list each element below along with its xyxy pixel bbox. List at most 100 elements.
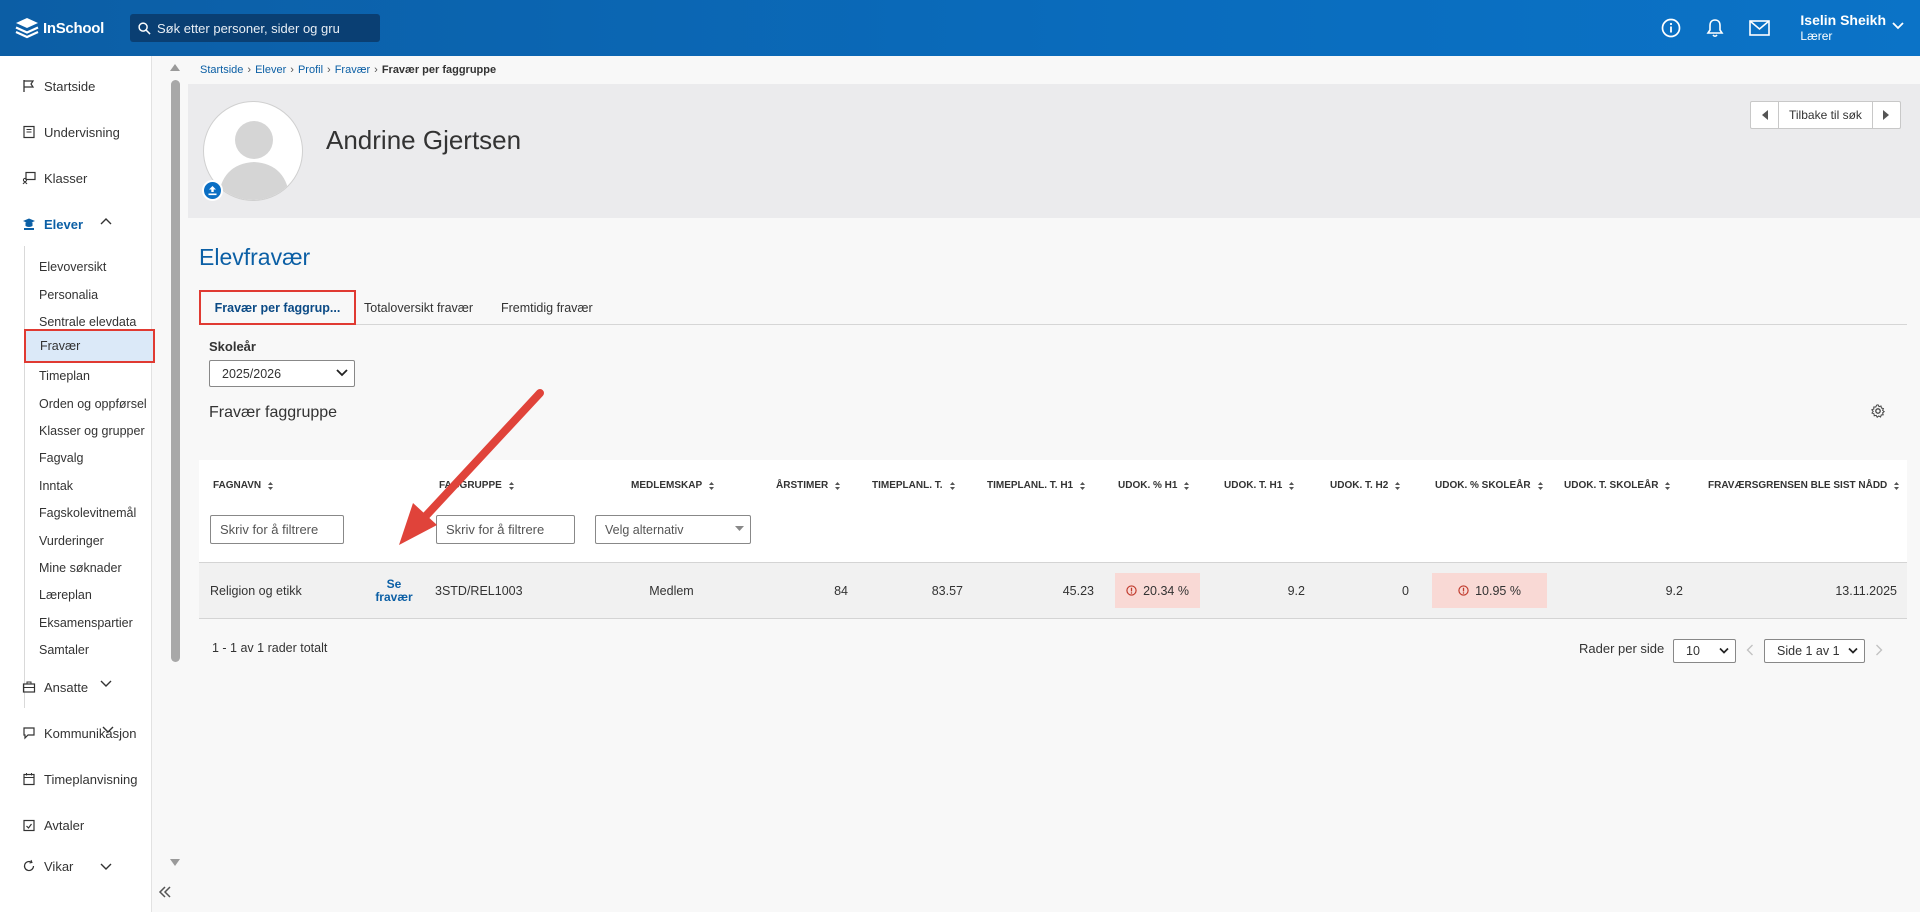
chevron-down-icon[interactable] [100,863,112,871]
next-page-icon[interactable] [1875,644,1883,656]
sidebar-subitem[interactable]: Fagskolevitnemål [25,501,153,525]
column-header-arstimer[interactable]: Årstimer [776,480,841,491]
column-header-label: Timeplanl. T. H1 [987,480,1074,491]
user-role: Lærer [1800,29,1833,43]
logo[interactable]: InSchool [14,15,114,41]
sidebar-subitem[interactable]: Vurderinger [25,529,153,553]
column-header-fagnavn[interactable]: Fagnavn [213,480,274,491]
skolear-label: Skoleår [209,339,256,354]
sidebar-subitem[interactable]: Samtaler [25,638,153,662]
column-header-label: Udok. T. H2 [1330,480,1389,491]
column-header-timeplanl-t[interactable]: Timeplanl. T. [872,480,956,491]
collapse-sidebar-button[interactable] [158,882,172,903]
tab-totaloversikt-fravaer[interactable]: Totaloversikt fravær [364,290,473,325]
search-input[interactable] [157,20,357,36]
faggruppe-filter-input[interactable] [436,515,575,544]
rows-per-page-select[interactable]: 10 [1673,639,1736,663]
rows-per-page-value: 10 [1686,644,1700,658]
column-header-label: Udok. T. H1 [1224,480,1283,491]
sidebar-item-kommunikasjon[interactable]: Kommunikasjon [0,721,152,745]
skolear-select[interactable]: 2025/2026 [209,360,355,387]
sidebar-subitem[interactable]: Elevoversikt [25,255,153,279]
sort-icon [1079,481,1086,491]
column-header-udok-pct-skolear[interactable]: Udok. % Skoleår [1435,480,1544,491]
sidebar-subitem[interactable]: Fagvalg [25,446,153,470]
sidebar-item-startside[interactable]: Startside [0,74,152,98]
cell-udok-t-skolear: 9.2 [1665,583,1683,598]
column-header-label: Udok. T. Skoleår [1564,480,1659,491]
global-search[interactable] [130,14,380,42]
page-select[interactable]: Side 1 av 1 [1764,639,1865,663]
chalkboard-icon [22,171,36,185]
sidebar-subitem[interactable]: Inntak [25,474,153,498]
sidebar-subitem-fravaer[interactable]: Fravær [24,329,155,363]
chevron-down-icon[interactable] [1892,22,1904,30]
sort-icon [1664,481,1671,491]
medlemskap-filter-select[interactable]: Velg alternativ [595,515,751,544]
scroll-up-icon[interactable] [168,62,182,72]
column-header-fravarsgrense[interactable]: Fraværsgrensen ble sist nådd [1708,480,1900,491]
sort-icon [949,481,956,491]
column-header-faggruppe[interactable]: Faggruppe [439,480,515,491]
info-icon [1662,18,1681,38]
chevron-right-icon: › [290,64,294,76]
cell-faggruppe: 3STD/REL1003 [435,583,523,598]
info-button[interactable] [1660,17,1682,39]
notifications-button[interactable] [1704,17,1726,39]
column-header-udok-pct-h1[interactable]: Udok. % H1 [1118,480,1190,491]
fagnavn-filter-input[interactable] [210,515,344,544]
chevron-up-icon[interactable] [100,217,112,225]
column-header-label: Udok. % H1 [1118,480,1178,491]
column-header-udok-t-h1[interactable]: Udok. T. H1 [1224,480,1295,491]
bell-icon [1706,19,1724,38]
sidebar-scroll-thumb[interactable] [171,80,180,662]
sidebar-item-label: Vikar [44,859,74,873]
page-select-value: Side 1 av 1 [1777,644,1840,658]
sidebar-subitem[interactable]: Klasser og grupper [25,419,153,443]
se-fravaer-link[interactable]: Se fravær [357,563,431,618]
upload-photo-button[interactable] [202,180,223,201]
column-header-udok-t-skolear[interactable]: Udok. T. Skoleår [1564,480,1671,491]
flag-icon [22,79,36,93]
chevron-down-icon[interactable] [100,680,112,688]
rows-total: 1 - 1 av 1 rader totalt [212,641,328,655]
sidebar-item-elever[interactable]: Elever [0,212,152,236]
tab-fravaer-per-faggruppe[interactable]: Fravær per faggrup... [199,290,356,325]
cell-timeplanl-t-h1: 45.23 [1062,583,1094,598]
column-header-medlemskap[interactable]: Medlemskap [631,480,715,491]
column-header-udok-t-h2[interactable]: Udok. T. H2 [1330,480,1401,491]
next-student-button[interactable] [1873,102,1900,128]
table-settings-button[interactable] [1870,404,1886,421]
sidebar-subitem[interactable]: Mine søknader [25,556,153,580]
tab-fremtidig-fravaer[interactable]: Fremtidig fravær [501,290,593,325]
breadcrumb-link[interactable]: Elever [255,64,286,76]
sidebar-item-klasser[interactable]: Klasser [0,166,152,190]
scroll-down-icon[interactable] [168,858,182,868]
sidebar-subitem[interactable]: Læreplan [25,583,153,607]
breadcrumb-link[interactable]: Profil [298,64,323,76]
sidebar-item-avtaler[interactable]: Avtaler [0,813,152,837]
sidebar-subitem[interactable]: Eksamenspartier [25,611,153,635]
sidebar-subitem[interactable]: Personalia [25,283,153,307]
breadcrumb-link[interactable]: Fravær [335,64,370,76]
sidebar-item-timeplanvisning[interactable]: Timeplanvisning [0,767,152,791]
previous-student-button[interactable] [1751,102,1778,128]
sidebar-subitem[interactable]: Timeplan [25,364,153,388]
sidebar-subitem[interactable]: Orden og oppførsel [25,392,153,416]
chevron-down-icon[interactable] [102,726,114,734]
user-menu[interactable]: Iselin Sheikh Lærer [1800,12,1886,44]
page-title: Elevfravær [199,244,311,270]
breadcrumb-link[interactable]: Startside [200,64,243,76]
column-header-timeplanl-t-h1[interactable]: Timeplanl. T. H1 [987,480,1086,491]
sort-icon [508,481,515,491]
column-header-label: Udok. % Skoleår [1435,480,1531,491]
sort-icon [1394,481,1401,491]
messages-button[interactable] [1748,17,1770,39]
sidebar-item-undervisning[interactable]: Undervisning [0,120,152,144]
back-to-search-button[interactable]: Tilbake til søk [1778,102,1873,128]
previous-page-icon[interactable] [1746,644,1754,656]
sidebar-item-ansatte[interactable]: Ansatte [0,675,152,699]
section-title: Fravær faggruppe [209,404,338,421]
medlemskap-filter-placeholder: Velg alternativ [605,522,684,537]
sidebar-item-vikar[interactable]: Vikar [0,859,152,873]
